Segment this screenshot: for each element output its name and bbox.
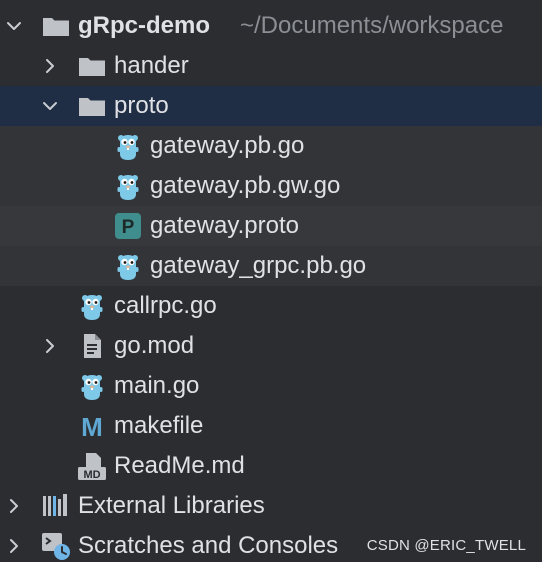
tree-item-label: main.go: [114, 372, 200, 399]
chevron-down-icon[interactable]: [4, 16, 24, 36]
go-gopher-icon: [112, 250, 144, 282]
tree-row-root[interactable]: gRpc-demo ~/Documents/workspace: [0, 6, 542, 46]
tree-row-gateway-proto[interactable]: P gateway.proto: [0, 206, 542, 246]
root-folder-name: gRpc-demo: [78, 12, 210, 39]
tree-row-gateway-pb-go[interactable]: gateway.pb.go: [0, 126, 542, 166]
folder-icon: [40, 10, 72, 42]
tree-row-makefile[interactable]: M makefile: [0, 406, 542, 446]
libraries-icon: [43, 494, 67, 516]
tree-row-external-libraries[interactable]: External Libraries: [0, 486, 542, 526]
text-file-icon: [84, 334, 101, 358]
tree-row-go-mod[interactable]: go.mod: [0, 326, 542, 366]
chevron-right-icon[interactable]: [40, 336, 60, 356]
tree-item-label: External Libraries: [78, 492, 265, 519]
folder-icon: [76, 90, 108, 122]
tree-item-label: ReadMe.md: [114, 452, 245, 479]
tree-row-proto[interactable]: proto: [0, 86, 542, 126]
chevron-right-icon[interactable]: [4, 496, 24, 516]
tree-row-hander[interactable]: hander: [0, 46, 542, 86]
scratches-icon: [42, 533, 70, 560]
go-gopher-icon: [112, 130, 144, 162]
markdown-badge-text: MD: [83, 469, 100, 481]
root-folder-path: ~/Documents/workspace: [240, 12, 504, 39]
tree-row-callrpc-go[interactable]: callrpc.go: [0, 286, 542, 326]
tree-item-label: proto: [114, 92, 169, 119]
chevron-right-icon[interactable]: [40, 56, 60, 76]
tree-row-main-go[interactable]: main.go: [0, 366, 542, 406]
tree-item-label: makefile: [114, 412, 204, 439]
tree-row-gateway-grpc-pb-go[interactable]: gateway_grpc.pb.go: [0, 246, 542, 286]
tree-item-label: hander: [114, 52, 189, 79]
project-tree: gRpc-demo ~/Documents/workspace hander p…: [0, 0, 542, 562]
tree-item-label: callrpc.go: [114, 292, 217, 319]
makefile-icon: M: [81, 412, 103, 442]
folder-icon: [76, 50, 108, 82]
makefile-badge-letter: M: [81, 412, 103, 442]
tree-item-label: go.mod: [114, 332, 195, 359]
tree-item-label: Scratches and Consoles: [78, 532, 339, 559]
tree-item-label: gateway.pb.go: [150, 132, 305, 159]
tree-row-gateway-pb-gw-go[interactable]: gateway.pb.gw.go: [0, 166, 542, 206]
go-gopher-icon: [76, 370, 108, 402]
tree-row-readme-md[interactable]: MD ReadMe.md: [0, 446, 542, 486]
tree-item-label: gateway.pb.gw.go: [150, 172, 341, 199]
go-gopher-icon: [76, 290, 108, 322]
chevron-right-icon[interactable]: [4, 536, 24, 556]
markdown-file-icon: MD: [78, 453, 106, 481]
chevron-down-icon[interactable]: [40, 96, 60, 116]
tree-item-label: gateway.proto: [150, 212, 299, 239]
go-gopher-icon: [112, 170, 144, 202]
watermark: CSDN @ERIC_TWELL: [366, 537, 526, 554]
proto-badge-letter: P: [122, 217, 135, 238]
tree-item-label: gateway_grpc.pb.go: [150, 252, 367, 279]
protobuf-file-icon: P: [115, 213, 141, 239]
